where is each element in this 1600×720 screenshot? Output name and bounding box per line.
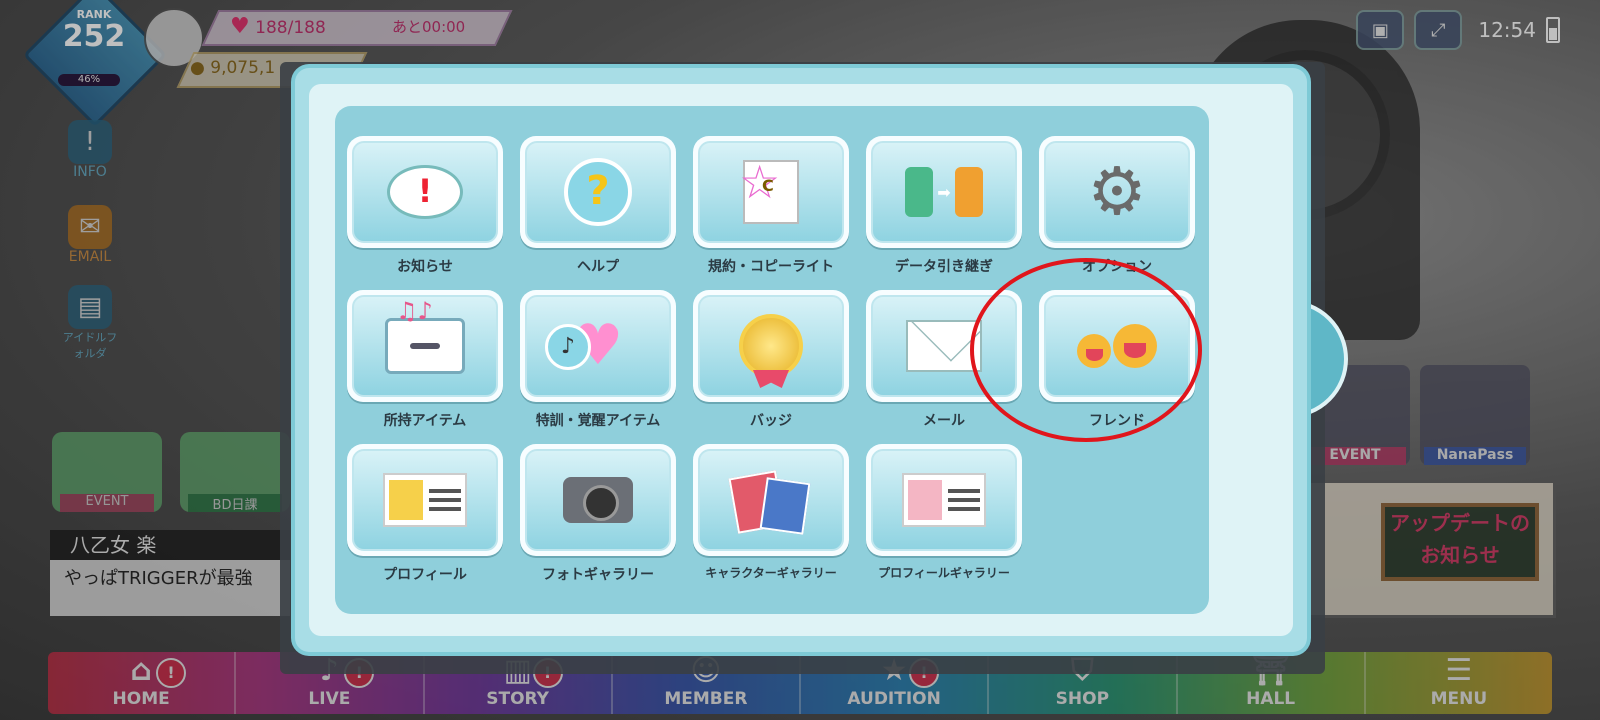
tile-profile[interactable] [347,444,503,556]
character-gallery-icon [728,470,811,535]
badge-icon [739,314,803,378]
tile-terms-label: 規約・コピーライト [708,259,834,275]
tile-data-transfer[interactable]: ➡ [866,136,1022,248]
profile-gallery-icon [902,473,986,527]
tile-profile-label: プロフィール [383,567,467,583]
tile-training-items[interactable]: ♪ ♥ [520,290,676,402]
tile-badge[interactable] [693,290,849,402]
gear-icon: ⚙ [1087,153,1147,230]
tile-help-label: ヘルプ [577,259,619,275]
tile-terms[interactable]: ☆ C [693,136,849,248]
tile-training-items-label: 特訓・覚醒アイテム [535,413,661,429]
data-transfer-icon: ➡ [905,167,983,217]
camera-icon [563,477,633,523]
tile-items-label: 所持アイテム [383,413,467,429]
tile-items[interactable]: ♫♪ [347,290,503,402]
tile-character-gallery[interactable] [693,444,849,556]
highlight-circle [970,258,1202,442]
tile-badge-label: バッジ [750,413,792,429]
profile-card-icon [383,473,467,527]
training-item-icon: ♪ ♥ [544,318,623,374]
tile-profile-gallery[interactable] [866,444,1022,556]
tile-photo-gallery-label: フォトギャラリー [542,567,654,583]
tile-photo-gallery[interactable] [520,444,676,556]
tile-character-gallery-label: キャラクターギャラリー [705,566,837,580]
item-box-icon: ♫♪ [385,297,465,374]
tile-notice-label: お知らせ [397,259,453,275]
tile-option[interactable]: ⚙ [1039,136,1195,248]
terms-icon: ☆ C [739,158,799,224]
notice-bubble-icon: ! [387,165,463,219]
tile-data-transfer-label: データ引き継ぎ [895,259,993,275]
tile-notice[interactable]: ! [347,136,503,248]
tile-help[interactable]: ? [520,136,676,248]
help-icon: ? [564,158,632,226]
tile-profile-gallery-label: プロフィールギャラリー [878,566,1010,580]
